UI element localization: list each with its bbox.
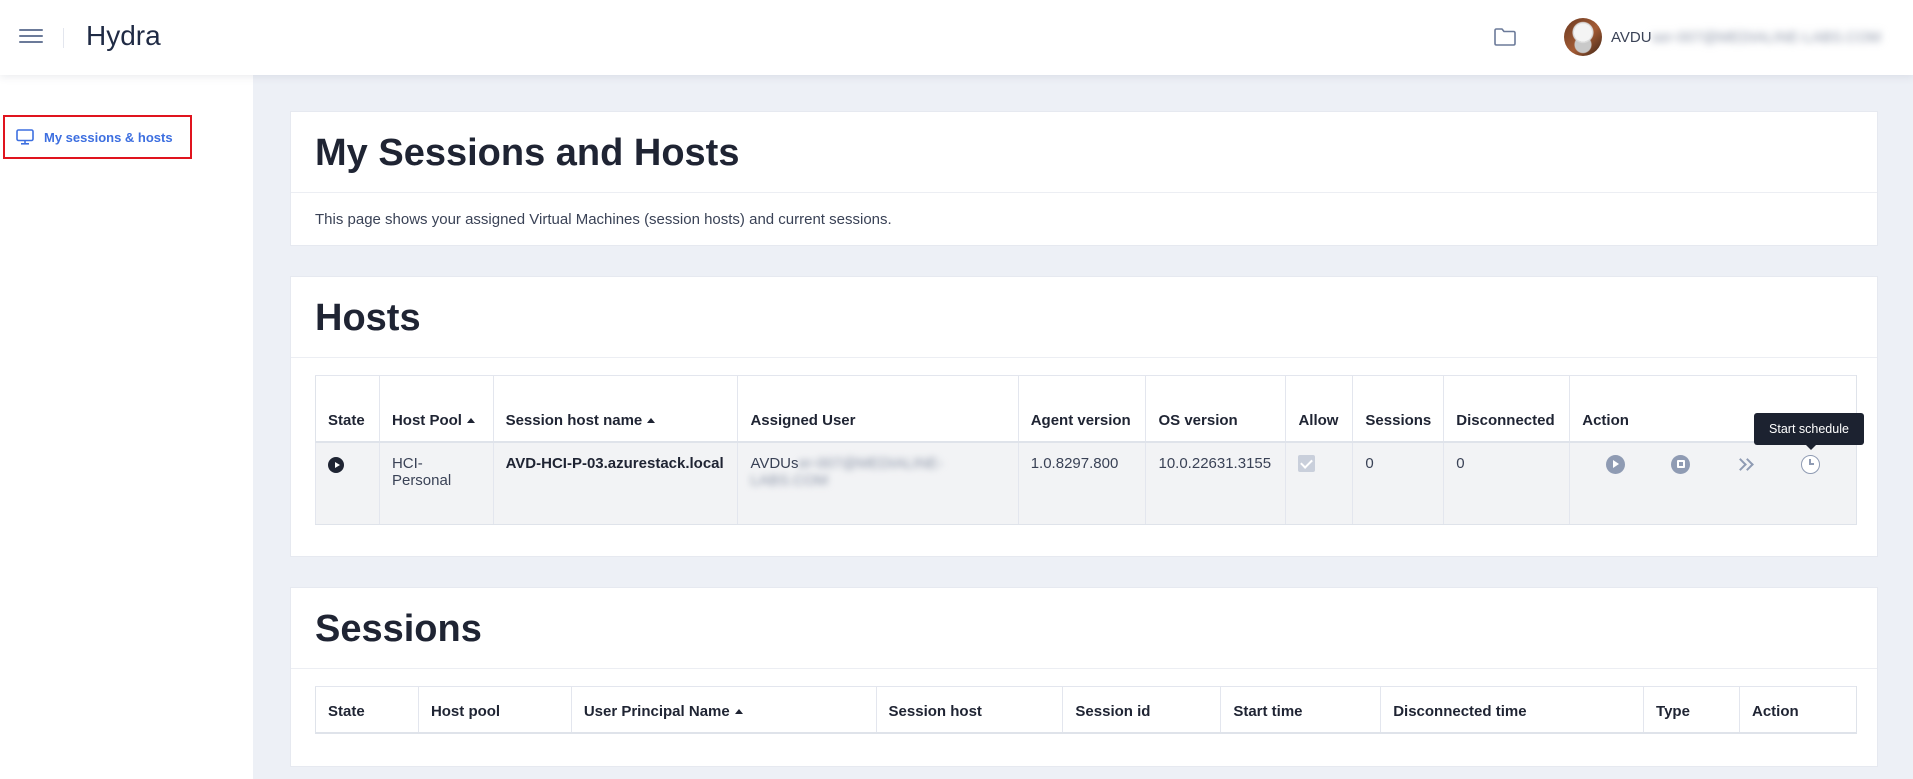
header-divider xyxy=(63,28,64,48)
column-header-action: Action xyxy=(1738,686,1858,734)
user-name-prefix: AVDU xyxy=(1611,29,1652,46)
sidebar-item-label: My sessions & hosts xyxy=(44,129,173,145)
cell-state xyxy=(315,441,380,525)
divider xyxy=(291,668,1877,669)
cell-sessions: 0 xyxy=(1352,441,1444,525)
app-title: Hydra xyxy=(86,20,161,51)
column-header-assigned-user[interactable]: Assigned User xyxy=(737,375,1019,443)
hosts-title: Hosts xyxy=(315,297,421,339)
drain-mode-button[interactable] xyxy=(1736,455,1755,474)
table-row: HCI-Personal AVD-HCI-P-03.azurestack.loc… xyxy=(315,441,1857,525)
cell-actions xyxy=(1569,441,1857,525)
hosts-card: Hosts State Host Pool Session host name … xyxy=(290,276,1878,557)
assigned-user-prefix: AVDUs xyxy=(750,454,799,472)
divider xyxy=(291,192,1877,193)
avatar[interactable] xyxy=(1564,18,1602,56)
column-header-state[interactable]: State xyxy=(315,686,419,734)
cell-agent-version: 1.0.8297.800 xyxy=(1017,441,1146,525)
running-state-icon xyxy=(328,456,344,473)
cell-disconnected: 0 xyxy=(1443,441,1570,525)
allow-checkbox[interactable] xyxy=(1298,454,1316,472)
column-header-type[interactable]: Type xyxy=(1643,686,1740,734)
intro-card: My Sessions and Hosts This page shows yo… xyxy=(290,111,1878,246)
column-header-session-host[interactable]: Session host xyxy=(875,686,1063,734)
start-schedule-tooltip: Start schedule xyxy=(1754,413,1864,450)
hosts-table: State Host Pool Session host name Assign… xyxy=(315,375,1857,525)
hamburger-menu-icon[interactable] xyxy=(19,26,43,48)
column-header-host-pool[interactable]: Host Pool xyxy=(378,375,494,443)
start-host-button[interactable] xyxy=(1606,454,1626,474)
sort-asc-icon xyxy=(647,417,656,423)
page-description: This page shows your assigned Virtual Ma… xyxy=(315,211,892,228)
sort-asc-icon xyxy=(734,708,743,714)
cell-allow xyxy=(1285,441,1353,525)
column-header-start-time[interactable]: Start time xyxy=(1220,686,1381,734)
cell-os-version: 10.0.22631.3155 xyxy=(1145,441,1286,525)
column-header-os-version[interactable]: OS version xyxy=(1145,375,1286,443)
sessions-card: Sessions State Host pool User Principal … xyxy=(290,587,1878,767)
column-header-disconnected[interactable]: Disconnected xyxy=(1443,375,1570,443)
sidebar: My sessions & hosts xyxy=(0,75,253,779)
column-header-disconnected-time[interactable]: Disconnected time xyxy=(1380,686,1644,734)
page-title: My Sessions and Hosts xyxy=(315,132,740,174)
column-header-host-pool[interactable]: Host pool xyxy=(417,686,572,734)
sessions-title: Sessions xyxy=(315,608,482,650)
top-bar: Hydra AVDUser-007@MEDIALINE-LABS.COM xyxy=(0,0,1913,75)
column-header-session-id[interactable]: Session id xyxy=(1062,686,1221,734)
divider xyxy=(291,357,1877,358)
user-name-blurred: ser-007@MEDIALINE-LABS.COM xyxy=(1651,29,1882,46)
monitor-icon xyxy=(16,129,34,145)
folder-icon[interactable] xyxy=(1493,26,1517,48)
cell-session-host-name: AVD-HCI-P-03.azurestack.local xyxy=(492,441,738,525)
column-header-user-principal-name[interactable]: User Principal Name xyxy=(570,686,877,734)
sort-asc-icon xyxy=(466,417,475,423)
user-name[interactable]: AVDUser-007@MEDIALINE-LABS.COM xyxy=(1611,29,1881,46)
column-header-state[interactable]: State xyxy=(315,375,380,443)
start-schedule-button[interactable] xyxy=(1801,454,1821,474)
stop-host-button[interactable] xyxy=(1671,454,1691,474)
cell-assigned-user: AVDUser-007@MEDIALINE-LABS.COM xyxy=(737,441,1019,525)
column-header-allow[interactable]: Allow xyxy=(1285,375,1353,443)
column-header-sessions[interactable]: Sessions xyxy=(1352,375,1444,443)
sidebar-item-my-sessions-hosts[interactable]: My sessions & hosts xyxy=(3,115,192,159)
column-header-agent-version[interactable]: Agent version xyxy=(1017,375,1146,443)
column-header-session-host-name[interactable]: Session host name xyxy=(492,375,738,443)
cell-host-pool: HCI-Personal xyxy=(378,441,494,525)
sessions-table: State Host pool User Principal Name Sess… xyxy=(315,686,1858,734)
